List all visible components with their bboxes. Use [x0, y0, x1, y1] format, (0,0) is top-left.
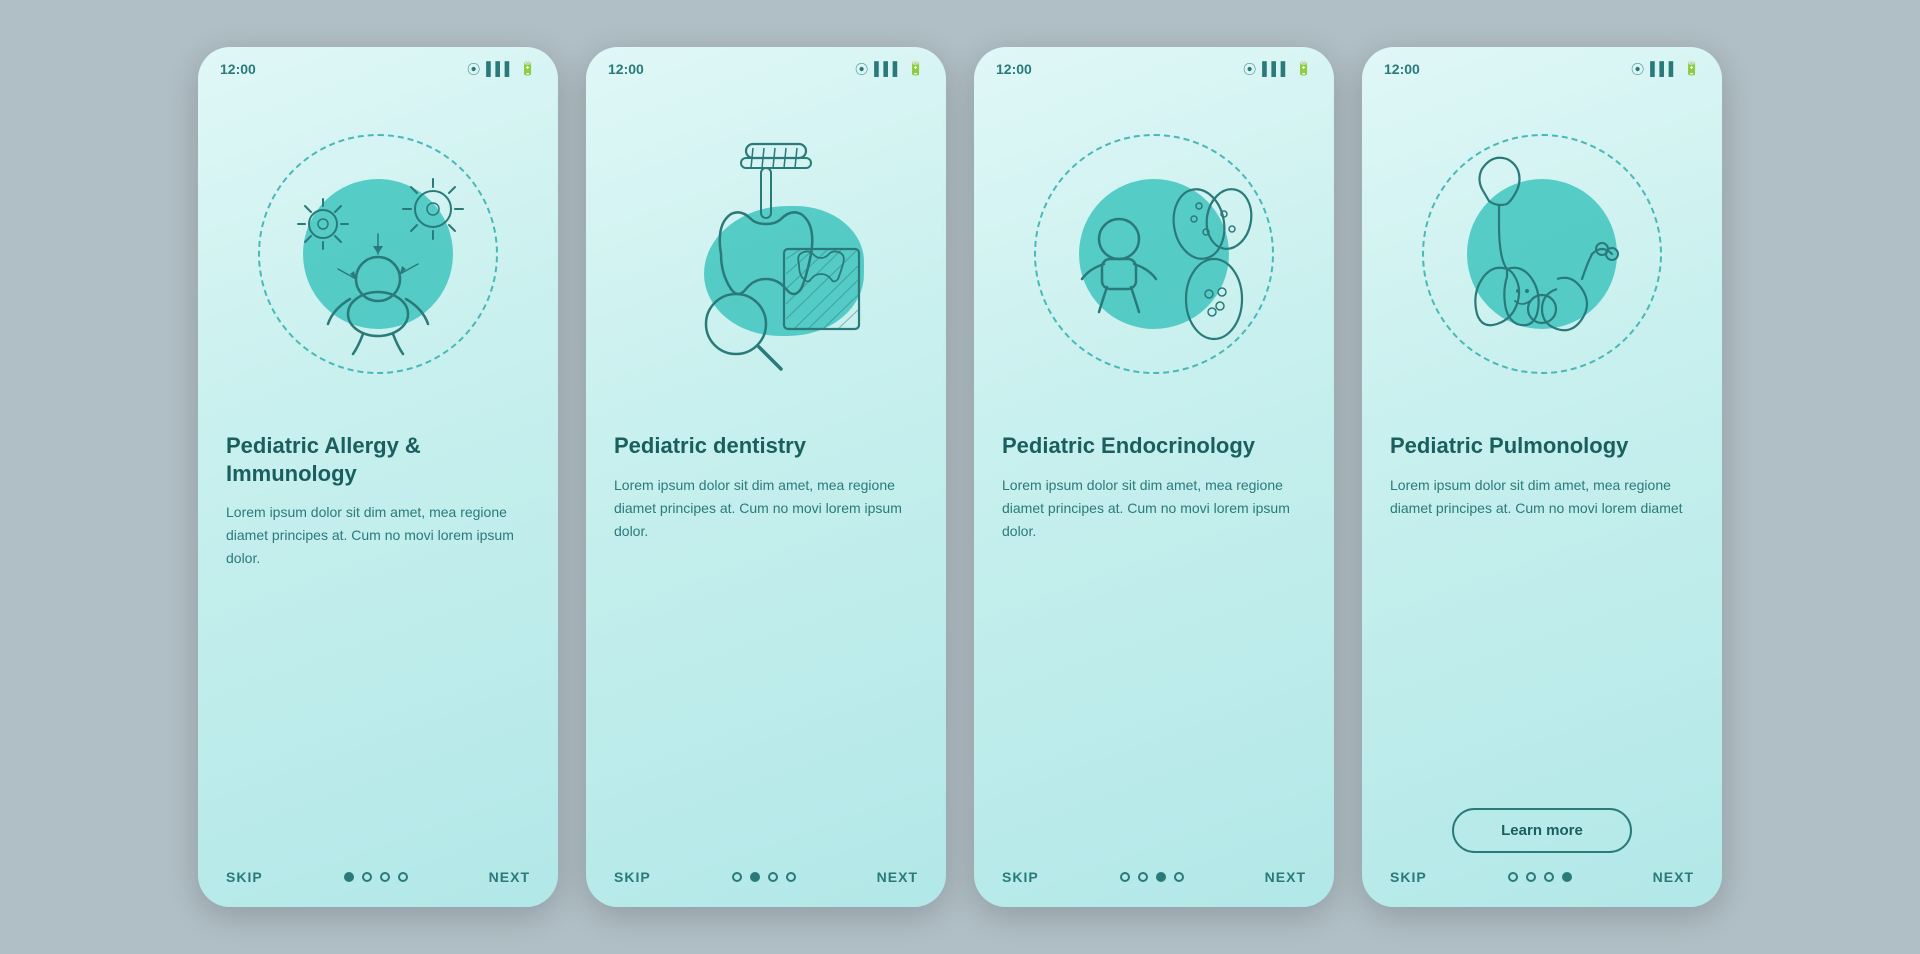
illustration-endocrinology	[974, 84, 1334, 424]
title-pulmonology: Pediatric Pulmonology	[1390, 432, 1694, 460]
status-time-2: 12:00	[608, 61, 644, 77]
dot-1-2[interactable]	[362, 872, 372, 882]
illustration-allergy	[198, 84, 558, 424]
status-bar-4: 12:00 ⦿ ▌▌▌ 🔋	[1362, 47, 1722, 84]
wifi-icon-1: ⦿	[467, 59, 480, 78]
dot-3-3[interactable]	[1156, 872, 1166, 882]
dots-1	[344, 872, 408, 882]
phone-allergy: 12:00 ⦿ ▌▌▌ 🔋	[198, 47, 558, 907]
body-pulmonology: Lorem ipsum dolor sit dim amet, mea regi…	[1390, 474, 1694, 795]
status-icons-4: ⦿ ▌▌▌ 🔋	[1631, 59, 1700, 78]
title-endocrinology: Pediatric Endocrinology	[1002, 432, 1306, 460]
title-allergy: Pediatric Allergy & Immunology	[226, 432, 530, 487]
dot-2-4[interactable]	[786, 872, 796, 882]
dot-4-1[interactable]	[1508, 872, 1518, 882]
battery-icon-4: 🔋	[1684, 61, 1700, 77]
status-bar-3: 12:00 ⦿ ▌▌▌ 🔋	[974, 47, 1334, 84]
signal-icon-2: ▌▌▌	[874, 61, 902, 76]
dot-4-2[interactable]	[1526, 872, 1536, 882]
next-btn-1[interactable]: NEXT	[489, 869, 530, 885]
skip-btn-4[interactable]: SKIP	[1390, 869, 1427, 885]
skip-btn-1[interactable]: SKIP	[226, 869, 263, 885]
illustration-dentistry	[586, 84, 946, 424]
dot-2-1[interactable]	[732, 872, 742, 882]
content-pulmonology: Pediatric Pulmonology Lorem ipsum dolor …	[1362, 424, 1722, 853]
wifi-icon-2: ⦿	[855, 59, 868, 78]
battery-icon-1: 🔋	[520, 61, 536, 77]
body-allergy: Lorem ipsum dolor sit dim amet, mea regi…	[226, 501, 530, 853]
dot-1-4[interactable]	[398, 872, 408, 882]
body-dentistry: Lorem ipsum dolor sit dim amet, mea regi…	[614, 474, 918, 854]
title-dentistry: Pediatric dentistry	[614, 432, 918, 460]
status-time-1: 12:00	[220, 61, 256, 77]
dot-4-3[interactable]	[1544, 872, 1554, 882]
phone-pulmonology: 12:00 ⦿ ▌▌▌ 🔋	[1362, 47, 1722, 907]
phones-container: 12:00 ⦿ ▌▌▌ 🔋	[198, 47, 1722, 907]
status-time-3: 12:00	[996, 61, 1032, 77]
dot-2-2[interactable]	[750, 872, 760, 882]
dot-4-4[interactable]	[1562, 872, 1572, 882]
body-endocrinology: Lorem ipsum dolor sit dim amet, mea regi…	[1002, 474, 1306, 854]
learn-more-button[interactable]: Learn more	[1452, 808, 1632, 853]
skip-btn-2[interactable]: SKIP	[614, 869, 651, 885]
status-icons-1: ⦿ ▌▌▌ 🔋	[467, 59, 536, 78]
dots-3	[1120, 872, 1184, 882]
dot-1-1[interactable]	[344, 872, 354, 882]
content-allergy: Pediatric Allergy & Immunology Lorem ips…	[198, 424, 558, 853]
dots-4	[1508, 872, 1572, 882]
content-dentistry: Pediatric dentistry Lorem ipsum dolor si…	[586, 424, 946, 853]
status-bar-2: 12:00 ⦿ ▌▌▌ 🔋	[586, 47, 946, 84]
endocrinology-illustration	[1044, 144, 1264, 364]
phone-dentistry: 12:00 ⦿ ▌▌▌ 🔋	[586, 47, 946, 907]
signal-icon-1: ▌▌▌	[486, 61, 514, 76]
wifi-icon-3: ⦿	[1243, 59, 1256, 78]
bottom-nav-3: SKIP NEXT	[974, 853, 1334, 907]
dot-1-3[interactable]	[380, 872, 390, 882]
signal-icon-4: ▌▌▌	[1650, 61, 1678, 76]
status-time-4: 12:00	[1384, 61, 1420, 77]
dentistry-illustration	[656, 134, 876, 374]
battery-icon-3: 🔋	[1296, 61, 1312, 77]
dots-2	[732, 872, 796, 882]
bottom-nav-4: SKIP NEXT	[1362, 853, 1722, 907]
phone-endocrinology: 12:00 ⦿ ▌▌▌ 🔋	[974, 47, 1334, 907]
bottom-nav-1: SKIP NEXT	[198, 853, 558, 907]
allergy-illustration	[278, 149, 478, 359]
signal-icon-3: ▌▌▌	[1262, 61, 1290, 76]
status-bar-1: 12:00 ⦿ ▌▌▌ 🔋	[198, 47, 558, 84]
dot-3-2[interactable]	[1138, 872, 1148, 882]
dot-2-3[interactable]	[768, 872, 778, 882]
next-btn-4[interactable]: NEXT	[1653, 869, 1694, 885]
dot-3-4[interactable]	[1174, 872, 1184, 882]
wifi-icon-4: ⦿	[1631, 59, 1644, 78]
next-btn-2[interactable]: NEXT	[877, 869, 918, 885]
skip-btn-3[interactable]: SKIP	[1002, 869, 1039, 885]
illustration-pulmonology	[1362, 84, 1722, 424]
next-btn-3[interactable]: NEXT	[1265, 869, 1306, 885]
pulmonology-illustration	[1427, 139, 1657, 369]
dot-3-1[interactable]	[1120, 872, 1130, 882]
battery-icon-2: 🔋	[908, 61, 924, 77]
status-icons-2: ⦿ ▌▌▌ 🔋	[855, 59, 924, 78]
content-endocrinology: Pediatric Endocrinology Lorem ipsum dolo…	[974, 424, 1334, 853]
bottom-nav-2: SKIP NEXT	[586, 853, 946, 907]
status-icons-3: ⦿ ▌▌▌ 🔋	[1243, 59, 1312, 78]
